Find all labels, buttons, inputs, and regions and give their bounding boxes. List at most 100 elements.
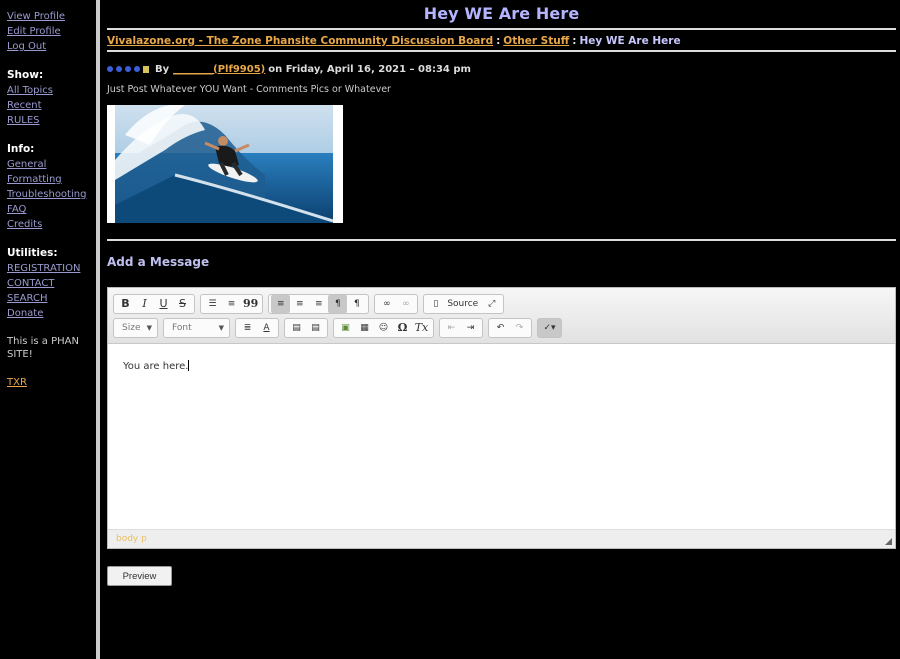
bulleted-list-icon[interactable]: ☰	[203, 295, 222, 313]
post-author-link[interactable]: ________(Plf9905)	[173, 64, 265, 75]
align-group: ≡ ≡ ≡ ¶ ¶	[268, 293, 370, 314]
source-document-icon[interactable]: ▯	[426, 295, 445, 313]
outdent-icon[interactable]: ⇤	[442, 319, 461, 337]
registration-link[interactable]: REGISTRATION	[7, 261, 96, 276]
source-button[interactable]: Source	[445, 295, 482, 313]
surfer-image	[115, 105, 333, 223]
text-cursor	[188, 360, 190, 371]
table-icon[interactable]: ▦	[355, 319, 374, 337]
spellcheck-icon[interactable]: ✓▾	[540, 319, 559, 337]
source-group: ▯ Source ⤢	[423, 293, 505, 314]
bold-button[interactable]: B	[116, 295, 135, 313]
contact-link[interactable]: CONTACT	[7, 276, 96, 291]
breadcrumb-separator: :	[496, 35, 501, 47]
unlink-icon[interactable]: ∞	[396, 295, 415, 313]
search-link[interactable]: SEARCH	[7, 291, 96, 306]
paste-icon[interactable]: ▤	[287, 319, 306, 337]
smiley-icon[interactable]: ☺	[374, 319, 393, 337]
faq-link[interactable]: FAQ	[7, 202, 96, 217]
paste-text-icon[interactable]: ▤	[306, 319, 325, 337]
post-document-icon	[143, 65, 149, 73]
all-topics-link[interactable]: All Topics	[7, 83, 96, 98]
recent-link[interactable]: Recent	[7, 98, 96, 113]
donate-link[interactable]: Donate	[7, 306, 96, 321]
maximize-icon[interactable]: ⤢	[482, 295, 501, 313]
breadcrumb: Vivalazone.org - The Zone Phansite Commu…	[107, 30, 896, 50]
page-title: Hey WE Are Here	[423, 4, 580, 23]
rules-link[interactable]: RULES	[7, 113, 96, 128]
insert-group: ▣ ▦ ☺ Ω Tx	[333, 317, 434, 338]
font-size-select[interactable]: Size ▼	[113, 317, 158, 338]
font-size-label: Size	[122, 322, 141, 333]
rank-dot-icon	[107, 66, 113, 72]
log-out-link[interactable]: Log Out	[7, 39, 96, 54]
surfer-photo	[107, 105, 343, 223]
editor-content-area[interactable]: You are here.	[108, 344, 895, 529]
link-icon[interactable]: ∞	[377, 295, 396, 313]
align-center-icon[interactable]: ≡	[290, 295, 309, 313]
post-date: on Friday, April 16, 2021 – 08:34 pm	[268, 63, 471, 75]
credits-link[interactable]: Credits	[7, 217, 96, 232]
italic-button[interactable]: I	[135, 295, 154, 313]
font-family-label: Font	[172, 322, 192, 333]
link-group: ∞ ∞	[374, 293, 419, 314]
remove-format-button[interactable]: Tx	[412, 319, 431, 337]
add-message-heading: Add a Message	[107, 255, 210, 269]
post-by-label: By	[155, 63, 170, 75]
strikethrough-button[interactable]: S	[173, 295, 192, 313]
rank-dot-icon	[125, 66, 131, 72]
align-right-icon[interactable]: ≡	[309, 295, 328, 313]
text-color-button[interactable]: A	[257, 319, 276, 337]
utilities-heading: Utilities:	[7, 247, 58, 259]
phan-site-note: This is a PHAN SITE!	[7, 336, 79, 360]
clipboard-group: ▤ ▤	[284, 317, 328, 338]
text-direction-ltr-icon[interactable]: ¶	[328, 294, 348, 313]
general-link[interactable]: General	[7, 157, 96, 172]
sidebar: View Profile Edit Profile Log Out Show: …	[0, 0, 96, 659]
sidebar-divider	[96, 0, 100, 659]
color-group: ≣ A	[235, 317, 279, 338]
undo-icon[interactable]: ↶	[491, 319, 510, 337]
breadcrumb-board-link[interactable]: Vivalazone.org - The Zone Phansite Commu…	[107, 35, 493, 47]
chevron-down-icon: ▼	[218, 323, 224, 332]
history-group: ↶ ↷	[488, 317, 532, 338]
indent-group: ⇤ ⇥	[439, 317, 483, 338]
blockquote-button[interactable]: 99	[241, 295, 260, 313]
editor-text: You are here.	[123, 361, 189, 372]
breadcrumb-current: Hey WE Are Here	[579, 35, 681, 47]
troubleshooting-link[interactable]: Troubleshooting	[7, 187, 96, 202]
special-char-button[interactable]: Ω	[393, 319, 412, 337]
divider	[107, 239, 896, 241]
editor-status-bar: body p	[108, 529, 895, 548]
block-format-icon[interactable]: ≣	[238, 319, 257, 337]
rank-dot-icon	[134, 66, 140, 72]
redo-icon[interactable]: ↷	[510, 319, 529, 337]
rank-dot-icon	[116, 66, 122, 72]
editor-toolbar: B I U S ☰ ≡ 99 ≡ ≡ ≡ ¶ ¶ ∞ ∞ ▯ Source ⤢ …	[108, 288, 895, 344]
info-heading: Info:	[7, 143, 35, 155]
numbered-list-icon[interactable]: ≡	[222, 295, 241, 313]
preview-button[interactable]: Preview	[107, 566, 172, 586]
underline-button[interactable]: U	[154, 295, 173, 313]
indent-icon[interactable]: ⇥	[461, 319, 480, 337]
spellcheck-group: ✓▾	[537, 317, 562, 338]
chevron-down-icon: ▼	[146, 323, 152, 332]
element-path[interactable]: body p	[116, 534, 147, 544]
formatting-link[interactable]: Formatting	[7, 172, 96, 187]
list-group: ☰ ≡ 99	[200, 293, 264, 314]
rich-text-editor: B I U S ☰ ≡ 99 ≡ ≡ ≡ ¶ ¶ ∞ ∞ ▯ Source ⤢ …	[107, 287, 896, 549]
resize-handle-icon[interactable]	[885, 538, 892, 545]
text-direction-rtl-icon[interactable]: ¶	[347, 295, 366, 313]
post-body: Just Post Whatever YOU Want - Comments P…	[107, 84, 391, 95]
main-content: Hey WE Are Here Vivalazone.org - The Zon…	[107, 0, 896, 659]
show-heading: Show:	[7, 69, 44, 81]
post-header: By ________(Plf9905) on Friday, April 16…	[107, 52, 896, 78]
breadcrumb-separator: :	[572, 35, 577, 47]
breadcrumb-category-link[interactable]: Other Stuff	[503, 35, 569, 47]
edit-profile-link[interactable]: Edit Profile	[7, 24, 96, 39]
image-icon[interactable]: ▣	[336, 319, 355, 337]
txr-link[interactable]: TXR	[7, 375, 96, 390]
font-family-select[interactable]: Font ▼	[163, 317, 230, 338]
view-profile-link[interactable]: View Profile	[7, 9, 96, 24]
align-left-icon[interactable]: ≡	[271, 294, 291, 313]
